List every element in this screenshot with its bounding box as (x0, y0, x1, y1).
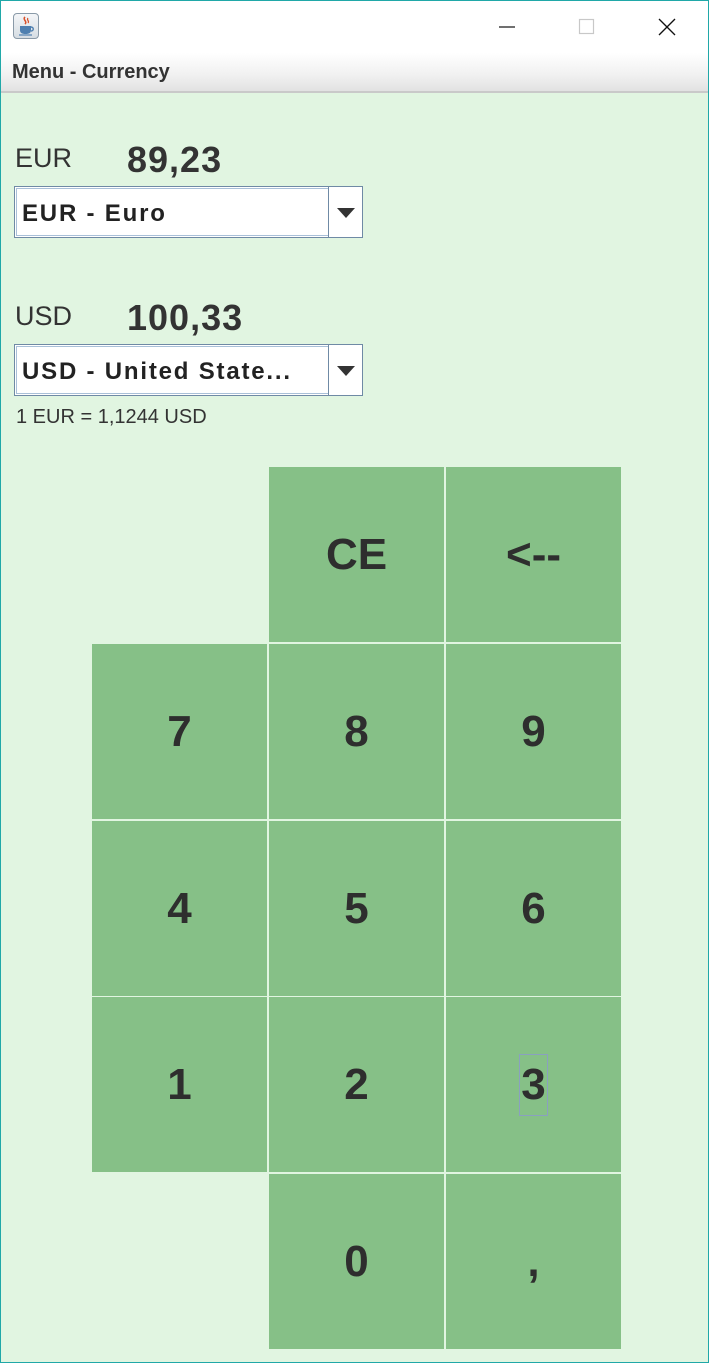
key-label: 1 (167, 1059, 192, 1109)
key-6-button[interactable]: 6 (446, 821, 621, 996)
key-1-button[interactable]: 1 (92, 997, 267, 1172)
key-0-button[interactable]: 0 (269, 1174, 444, 1349)
key-label: 6 (521, 883, 546, 933)
key-4-button[interactable]: 4 (92, 821, 267, 996)
key-label: , (527, 1236, 540, 1286)
key-9-button[interactable]: 9 (446, 644, 621, 819)
from-currency-selected: EUR - Euro (22, 200, 167, 227)
clear-entry-button[interactable]: CE (269, 467, 444, 642)
chevron-down-icon (337, 366, 355, 376)
key-7-button[interactable]: 7 (92, 644, 267, 819)
to-currency-field[interactable]: USD - United State... (16, 346, 330, 394)
key-label: 0 (344, 1236, 369, 1286)
key-3-button[interactable]: 3 (446, 997, 621, 1172)
key-label: 9 (521, 706, 546, 756)
key-label: 8 (344, 706, 369, 756)
to-currency-select[interactable]: USD - United State... (14, 344, 363, 396)
minimize-button[interactable] (467, 1, 547, 53)
to-currency-selected: USD - United State... (22, 358, 292, 385)
minimize-icon (499, 26, 515, 28)
key-5-button[interactable]: 5 (269, 821, 444, 996)
to-amount: 100,33 (127, 297, 244, 338)
java-coffee-icon[interactable] (13, 13, 39, 39)
app-window: Menu - Currency EUR 89,23 EUR - Euro USD… (0, 0, 709, 1363)
maximize-button[interactable] (547, 1, 627, 53)
key-label: 4 (167, 883, 192, 933)
to-currency-code: USD (15, 301, 73, 331)
key-label: 2 (344, 1059, 369, 1109)
key-2-button[interactable]: 2 (269, 997, 444, 1172)
key-label: <-- (506, 529, 561, 579)
from-dropdown-button[interactable] (328, 187, 362, 237)
chevron-down-icon (337, 208, 355, 218)
exchange-rate-label: 1 EUR = 1,1244 USD (16, 406, 207, 428)
backspace-button[interactable]: <-- (446, 467, 621, 642)
from-currency-field[interactable]: EUR - Euro (16, 188, 330, 236)
key-label: 3 (519, 1053, 548, 1116)
from-currency-code: EUR (15, 143, 73, 173)
decimal-comma-button[interactable]: , (446, 1174, 621, 1349)
key-8-button[interactable]: 8 (269, 644, 444, 819)
close-icon (658, 18, 676, 36)
key-label: 7 (167, 706, 192, 756)
from-amount: 89,23 (127, 139, 223, 180)
close-button[interactable] (627, 1, 707, 53)
to-dropdown-button[interactable] (328, 345, 362, 395)
title-bar (1, 1, 708, 53)
menu-currency[interactable]: Menu - Currency (12, 61, 170, 84)
key-label: CE (325, 529, 388, 579)
menu-bar: Menu - Currency (1, 53, 708, 93)
maximize-icon (578, 18, 595, 35)
key-label: 5 (344, 883, 369, 933)
from-currency-select[interactable]: EUR - Euro (14, 186, 363, 238)
